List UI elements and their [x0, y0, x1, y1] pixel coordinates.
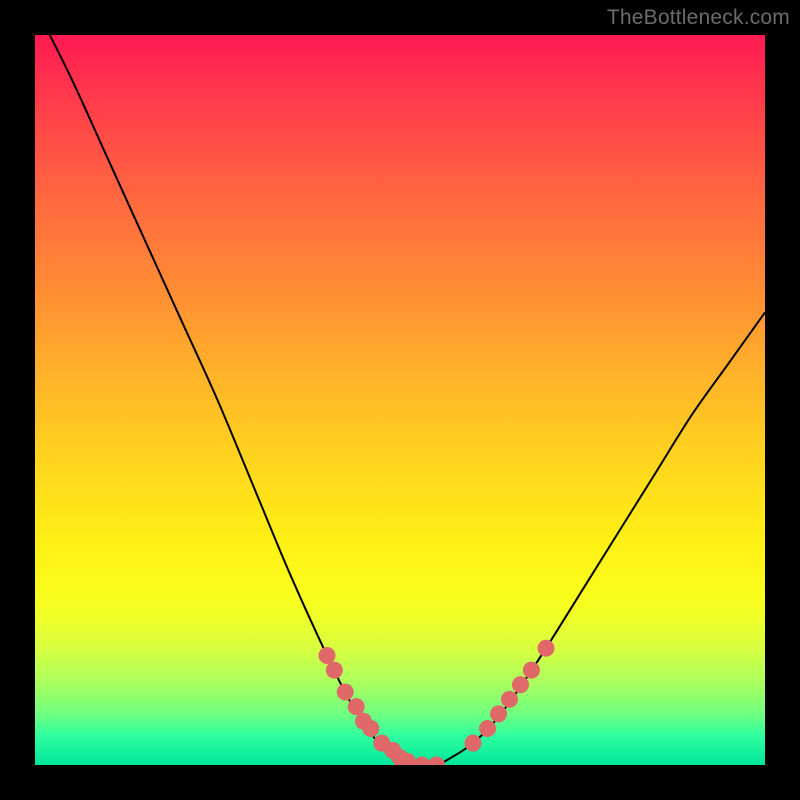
curve-dot [479, 720, 496, 737]
chart-plot-area [35, 35, 765, 765]
curve-dot [362, 720, 379, 737]
curve-dot [512, 676, 529, 693]
chart-frame: TheBottleneck.com [0, 0, 800, 800]
curve-dot [326, 662, 343, 679]
curve-dot [319, 647, 336, 664]
curve-dot [348, 698, 365, 715]
watermark-text: TheBottleneck.com [607, 6, 790, 30]
curve-line [35, 35, 765, 765]
curve-dot [538, 640, 555, 657]
curve-dot [490, 705, 507, 722]
curve-dot [523, 662, 540, 679]
curve-dot [501, 691, 518, 708]
curve-dot [337, 684, 354, 701]
curve-dot [413, 757, 430, 766]
curve-dot [465, 735, 482, 752]
bottleneck-curve [35, 35, 765, 765]
curve-dots [319, 640, 555, 765]
curve-dot [428, 757, 445, 766]
chart-svg [35, 35, 765, 765]
